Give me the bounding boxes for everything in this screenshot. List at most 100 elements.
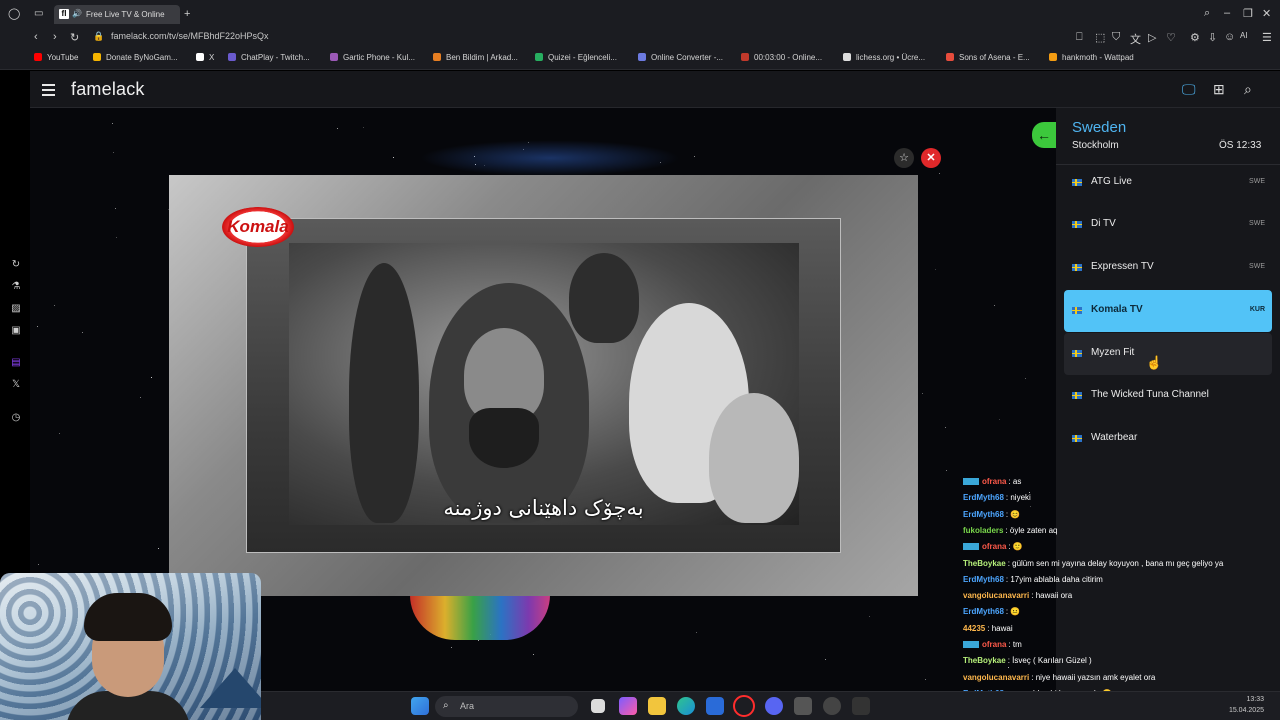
messenger-icon[interactable]: ▣ bbox=[9, 325, 23, 336]
channel-item[interactable]: Expressen TV SWE bbox=[1064, 247, 1272, 289]
app-icon-2[interactable] bbox=[852, 697, 870, 715]
tab-title: Free Live TV & Online bbox=[86, 10, 165, 19]
opera-gx-icon[interactable] bbox=[733, 695, 755, 717]
channel-name: Expressen TV bbox=[1091, 261, 1154, 272]
system-clock[interactable]: 13:33 15.04.2025 bbox=[1229, 694, 1264, 716]
speaker-icon[interactable]: 🔊 bbox=[72, 9, 82, 18]
channel-item-active[interactable]: Komala TV KUR bbox=[1064, 290, 1272, 332]
edge-icon[interactable] bbox=[677, 697, 695, 715]
tab-overview-icon[interactable]: ▭ bbox=[34, 8, 43, 19]
history-sidebar-icon[interactable]: ↻ bbox=[9, 259, 23, 270]
bookmark-item[interactable]: YouTube bbox=[34, 53, 78, 62]
bookmark-item[interactable]: Sons of Asena - E... bbox=[946, 53, 1030, 62]
twitch-icon[interactable]: ▤ bbox=[9, 357, 23, 368]
close-player-icon[interactable]: ✕ bbox=[921, 148, 941, 168]
profile-icon[interactable]: ☺ bbox=[1224, 31, 1235, 43]
bookmark-item[interactable]: Donate ByNoGam... bbox=[93, 53, 178, 62]
channel-item[interactable]: Waterbear bbox=[1064, 418, 1272, 460]
bookmark-label: 00:03:00 - Online... bbox=[754, 53, 823, 62]
discord-icon[interactable] bbox=[765, 697, 783, 715]
channel-name: Komala TV bbox=[1091, 304, 1143, 315]
bookmark-label: lichess.org • Ücre... bbox=[856, 53, 926, 62]
channel-item[interactable]: ATG Live SWE bbox=[1064, 162, 1272, 204]
windows-start-icon[interactable] bbox=[411, 697, 429, 715]
channel-item[interactable]: Di TV SWE bbox=[1064, 204, 1272, 246]
tv-icon[interactable]: 🖵 bbox=[1182, 81, 1196, 98]
channel-item-hover[interactable]: Myzen Fit bbox=[1064, 333, 1272, 375]
ai-icon[interactable]: AI bbox=[1240, 31, 1248, 40]
bookmark-icon[interactable]: ⎕ bbox=[1076, 31, 1083, 44]
hamburger-menu-icon[interactable] bbox=[42, 84, 55, 96]
famelack-favicon-icon: fl bbox=[59, 9, 69, 19]
back-arrow-icon[interactable]: ← bbox=[1032, 122, 1056, 148]
store-icon[interactable] bbox=[706, 697, 724, 715]
chat-username: ofrana bbox=[982, 477, 1007, 486]
chat-username: vangolucanavarri bbox=[963, 672, 1030, 682]
chat-text: : 😐 bbox=[1005, 607, 1021, 617]
figure-left bbox=[349, 263, 419, 523]
back-icon[interactable]: ‹ bbox=[34, 31, 38, 43]
channel-item[interactable]: The Wicked Tuna Channel bbox=[1064, 375, 1272, 417]
bookmark-item[interactable]: lichess.org • Ücre... bbox=[843, 53, 925, 62]
close-window-icon[interactable]: ✕ bbox=[1262, 7, 1271, 20]
chat-message: ErdMyth68: 😊 bbox=[963, 510, 1020, 519]
minimize-icon[interactable]: – bbox=[1224, 7, 1230, 19]
download-icon[interactable]: ⇩ bbox=[1208, 31, 1217, 44]
channel-code: KUR bbox=[1249, 306, 1265, 313]
shield-icon[interactable]: ⛉ bbox=[1112, 31, 1120, 44]
x-icon[interactable]: 𝕏 bbox=[9, 379, 23, 390]
browser-titlebar: ◯ ▭ fl 🔊 Free Live TV & Online + ⌕ – ❐ ✕ bbox=[0, 0, 1280, 28]
bookmark-item[interactable]: Gartic Phone - Kul... bbox=[330, 53, 415, 62]
bookmark-item[interactable]: Ben Bildim | Arkad... bbox=[433, 53, 518, 62]
chat-text: : niye hawaii yazsın amk eyalet ora bbox=[1031, 672, 1156, 682]
bookmark-item[interactable]: ChatPlay - Twitch... bbox=[228, 53, 310, 62]
maximize-icon[interactable]: ❐ bbox=[1243, 7, 1253, 20]
file-explorer-icon[interactable] bbox=[648, 697, 666, 715]
notes-icon[interactable]: ▨ bbox=[9, 303, 23, 314]
gamepad-icon[interactable]: ⊞ bbox=[1213, 81, 1225, 98]
bookmark-label: Gartic Phone - Kul... bbox=[343, 53, 416, 62]
address-bar: ‹ › ↻ 🔒 famelack.com/tv/se/MFBhdF22oHPsQ… bbox=[0, 28, 1280, 48]
translate-icon[interactable]: 文 bbox=[1130, 31, 1141, 47]
chat-username: ErdMyth68 bbox=[963, 493, 1004, 503]
browser-menu-icon[interactable]: ☰ bbox=[1262, 31, 1272, 44]
chat-badge-icon bbox=[963, 478, 979, 485]
bookmark-item[interactable]: hankmoth - Wattpad bbox=[1049, 53, 1134, 62]
play-icon[interactable]: ▷ bbox=[1148, 31, 1156, 44]
reload-icon[interactable]: ↻ bbox=[70, 31, 79, 44]
opera-menu-icon[interactable]: ◯ bbox=[8, 7, 20, 20]
bookmark-item[interactable]: X bbox=[196, 53, 214, 62]
task-view-icon[interactable] bbox=[591, 699, 605, 713]
bookmark-item[interactable]: Quizei - Eğlenceli... bbox=[535, 53, 617, 62]
bookmark-favicon-icon bbox=[1049, 53, 1057, 61]
new-tab-icon[interactable]: + bbox=[184, 8, 190, 20]
search-tabs-icon[interactable]: ⌕ bbox=[1204, 7, 1210, 20]
tab-active[interactable]: fl 🔊 Free Live TV & Online bbox=[54, 5, 180, 24]
snapshot-icon[interactable]: ⬚ bbox=[1095, 31, 1105, 44]
chat-username: vangolucanavarri bbox=[963, 591, 1030, 601]
bookmark-item[interactable]: 00:03:00 - Online... bbox=[741, 53, 822, 62]
brand-logo[interactable]: famelack bbox=[71, 79, 145, 100]
webcam-overlay bbox=[0, 573, 261, 720]
clock-icon[interactable]: ◷ bbox=[9, 412, 23, 423]
forward-icon[interactable]: › bbox=[53, 31, 57, 43]
copilot-icon[interactable] bbox=[619, 697, 637, 715]
taskbar-search-placeholder: Ara bbox=[460, 701, 475, 711]
video-player[interactable]: Komala بەچۆک داهێنانی دوژمنە bbox=[169, 175, 918, 596]
chat-username: TheBoykae bbox=[963, 656, 1006, 666]
steam-icon[interactable] bbox=[823, 697, 841, 715]
taskbar-search[interactable]: ⌕ Ara bbox=[435, 696, 578, 717]
app-icon[interactable] bbox=[794, 697, 812, 715]
flow-icon[interactable]: ⚗ bbox=[9, 281, 23, 292]
streamer-figure bbox=[66, 593, 190, 720]
bookmark-item[interactable]: Online Converter -... bbox=[638, 53, 723, 62]
heart-icon[interactable]: ♡ bbox=[1166, 31, 1176, 44]
favorite-star-icon[interactable]: ☆ bbox=[894, 148, 914, 168]
url-field[interactable]: famelack.com/tv/se/MFBhdF22oHPsQx bbox=[111, 31, 269, 41]
bookmarks-bar: YouTube Donate ByNoGam... X ChatPlay - Twit… bbox=[0, 48, 1280, 70]
search-icon[interactable]: ⌕ bbox=[1244, 81, 1252, 98]
channel-name: The Wicked Tuna Channel bbox=[1091, 389, 1209, 400]
sweden-flag-icon bbox=[1072, 179, 1082, 186]
chat-text: : tm bbox=[1008, 640, 1022, 649]
extensions-icon[interactable]: ⚙ bbox=[1190, 31, 1200, 44]
